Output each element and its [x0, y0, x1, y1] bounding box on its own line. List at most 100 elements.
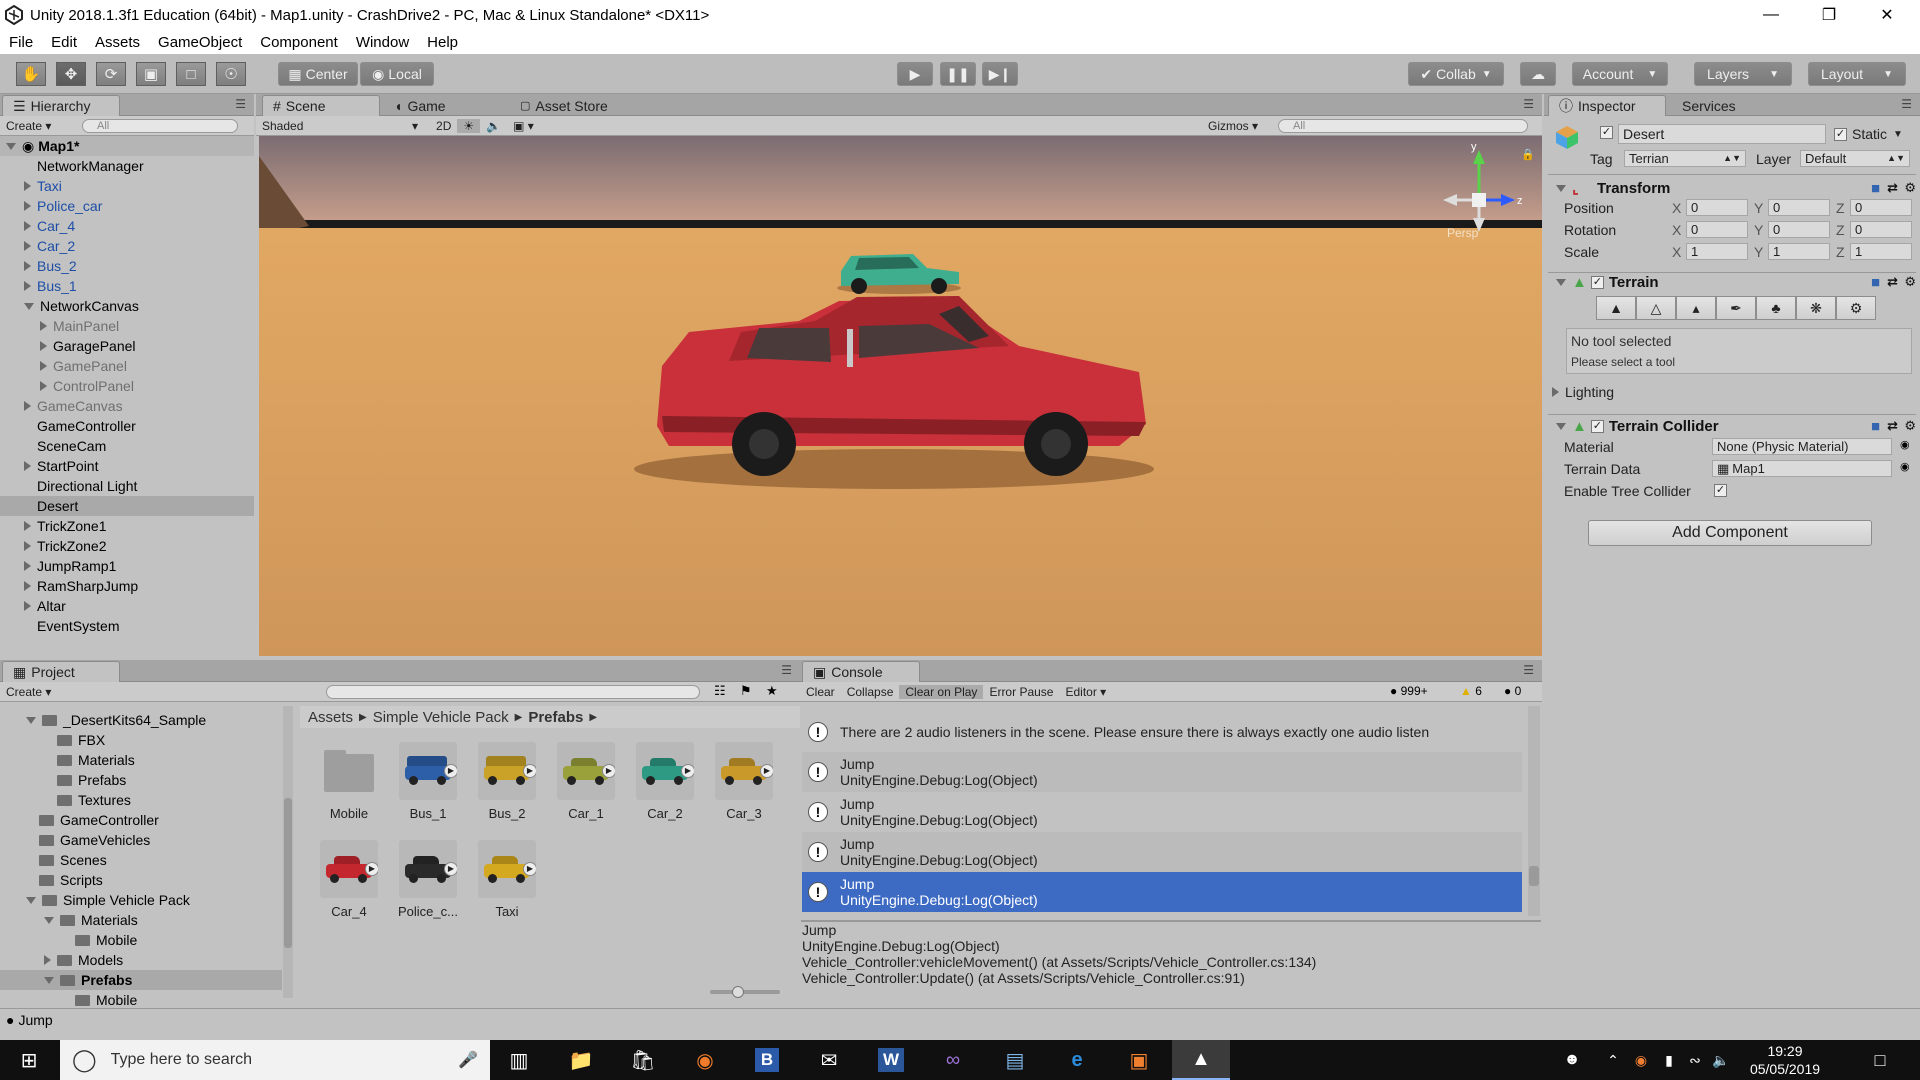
expand-arrow-icon[interactable] [24, 241, 31, 251]
preset-icon[interactable]: ⇄ [1887, 180, 1898, 196]
raise-terrain-button[interactable]: ▲ [1596, 296, 1636, 320]
asset-item[interactable]: ▶ Car_3 [709, 742, 779, 821]
hierarchy-item[interactable]: Car_4 [0, 216, 254, 236]
panel-menu-icon[interactable]: ☰ [235, 97, 246, 111]
menu-gameobject[interactable]: GameObject [149, 34, 251, 51]
hierarchy-item[interactable]: GamePanel [0, 356, 254, 376]
clear-button[interactable]: Clear [800, 685, 841, 699]
console-scrollbar[interactable] [1528, 706, 1540, 916]
asset-item[interactable]: ▶ Car_4 [314, 840, 384, 919]
terrain-collider-header[interactable]: ▲ ✓ Terrain Collider ■ ⇄ ⚙ [1550, 415, 1920, 437]
layout-dropdown[interactable]: Layout ▼ [1808, 62, 1906, 86]
help-icon[interactable]: ■ [1871, 274, 1880, 291]
asset-item[interactable]: ▶ Car_1 [551, 742, 621, 821]
filter-type-icon[interactable]: ☷ [714, 683, 726, 699]
expand-arrow-icon[interactable] [24, 181, 31, 191]
hierarchy-item[interactable]: NetworkManager [0, 156, 254, 176]
collab-button[interactable]: ✔ Collab ▼ [1408, 62, 1504, 86]
asset-item[interactable]: ▶ Police_c... [393, 840, 463, 919]
editor-dropdown[interactable]: Editor ▾ [1059, 685, 1112, 699]
layers-dropdown[interactable]: Layers ▼ [1694, 62, 1792, 86]
add-component-button[interactable]: Add Component [1588, 520, 1872, 546]
terrain-settings-button[interactable]: ⚙ [1836, 296, 1876, 320]
project-folder-item[interactable]: Materials [0, 910, 282, 930]
expand-arrow-icon[interactable] [40, 341, 47, 351]
edge-button[interactable]: e [1048, 1040, 1106, 1080]
menu-assets[interactable]: Assets [86, 34, 149, 51]
project-folder-item[interactable]: Textures [0, 790, 282, 810]
gizmos-dropdown[interactable]: Gizmos ▾ [1202, 119, 1264, 133]
error-count-toggle[interactable]: ● 0 [1504, 684, 1521, 698]
tab-game[interactable]: ◖ Game [384, 95, 456, 116]
expand-arrow-icon[interactable] [24, 281, 31, 291]
menu-window[interactable]: Window [347, 34, 418, 51]
project-folder-item[interactable]: Mobile [0, 930, 282, 950]
scene-root-row[interactable]: ◉ Map1* [0, 136, 254, 156]
transform-scale-z-field[interactable]: 1 [1850, 243, 1912, 260]
error-pause-toggle[interactable]: Error Pause [983, 685, 1059, 699]
panel-menu-icon[interactable]: ☰ [1901, 97, 1912, 111]
project-create-dropdown[interactable]: Create ▾ [0, 685, 57, 699]
tree-scrollbar[interactable] [283, 706, 293, 998]
effects-dropdown[interactable]: ▣ ▾ [507, 119, 540, 133]
object-name-field[interactable]: Desert [1618, 124, 1826, 144]
notifications-button[interactable]: □ [1860, 1040, 1900, 1080]
scene-search-input[interactable]: All [1278, 119, 1528, 133]
favorite-star-icon[interactable]: ★ [766, 683, 778, 699]
hierarchy-item[interactable]: Police_car [0, 196, 254, 216]
project-search-input[interactable] [326, 685, 700, 699]
gear-icon[interactable]: ⚙ [1904, 274, 1916, 290]
hierarchy-item[interactable]: Bus_1 [0, 276, 254, 296]
volume-indicator[interactable]: 🔈 [1708, 1040, 1734, 1080]
transform-tool-button[interactable]: ☉ [216, 62, 246, 86]
menu-file[interactable]: File [0, 34, 42, 51]
project-folder-item[interactable]: _DesertKits64_Sample [0, 710, 282, 730]
mail-button[interactable]: ✉ [800, 1040, 858, 1080]
play-preview-icon[interactable]: ▶ [365, 862, 378, 876]
panel-menu-icon[interactable]: ☰ [1523, 97, 1534, 111]
tab-asset-store[interactable]: ▢ Asset Store [510, 95, 618, 116]
lighting-toggle[interactable]: ☀ [457, 118, 481, 133]
console-message[interactable]: ! There are 2 audio listeners in the scen… [802, 712, 1522, 752]
project-folder-item[interactable]: GameVehicles [0, 830, 282, 850]
hierarchy-item[interactable]: GaragePanel [0, 336, 254, 356]
hierarchy-item[interactable]: JumpRamp1 [0, 556, 254, 576]
transform-scale-x-field[interactable]: 1 [1686, 243, 1748, 260]
expand-arrow-icon[interactable] [40, 381, 47, 391]
hierarchy-item[interactable]: Taxi [0, 176, 254, 196]
hierarchy-item[interactable]: NetworkCanvas [0, 296, 254, 316]
console-message[interactable]: ! Jump UnityEngine.Debug:Log(Object) [802, 792, 1522, 832]
gear-icon[interactable]: ⚙ [1904, 418, 1916, 434]
restore-button[interactable]: ❐ [1800, 0, 1858, 30]
hand-tool-button[interactable]: ✋ [16, 62, 46, 86]
hierarchy-item[interactable]: Altar [0, 596, 254, 616]
asset-item[interactable]: ▶ Bus_1 [393, 742, 463, 821]
play-preview-icon[interactable]: ▶ [444, 764, 457, 778]
project-folder-item[interactable]: Materials [0, 750, 282, 770]
expand-arrow-icon[interactable] [26, 896, 36, 904]
lock-icon[interactable]: 🔒 [1521, 148, 1535, 161]
menu-edit[interactable]: Edit [42, 34, 86, 51]
console-message[interactable]: ! Jump UnityEngine.Debug:Log(Object) [802, 752, 1522, 792]
hierarchy-create-dropdown[interactable]: Create ▾ [0, 119, 57, 133]
minimize-button[interactable]: — [1742, 0, 1800, 30]
panel-menu-icon[interactable]: ☰ [781, 663, 792, 677]
hierarchy-item[interactable]: GameCanvas [0, 396, 254, 416]
material-field[interactable]: None (Physic Material) [1712, 438, 1892, 455]
battery-indicator[interactable]: ▮ [1656, 1040, 1682, 1080]
project-folder-item[interactable]: Simple Vehicle Pack [0, 890, 282, 910]
tab-hierarchy[interactable]: ☰ Hierarchy [2, 95, 120, 116]
hierarchy-item[interactable]: ControlPanel [0, 376, 254, 396]
wifi-indicator[interactable]: ∾ [1682, 1040, 1708, 1080]
hierarchy-item[interactable]: RamSharpJump [0, 576, 254, 596]
play-preview-icon[interactable]: ▶ [444, 862, 457, 876]
preset-icon[interactable]: ⇄ [1887, 418, 1898, 434]
tree-collider-checkbox[interactable]: ✓ [1714, 484, 1727, 497]
project-folder-item[interactable]: Prefabs [0, 770, 282, 790]
rect-tool-button[interactable]: □ [176, 62, 206, 86]
terrain-data-field[interactable]: ▦ Map1 [1712, 460, 1892, 477]
step-button[interactable]: ▶❙ [982, 62, 1018, 86]
smooth-height-button[interactable]: ▴ [1676, 296, 1716, 320]
tag-dropdown[interactable]: Terrian ▲▼ [1624, 150, 1746, 167]
project-folder-item[interactable]: Scripts [0, 870, 282, 890]
